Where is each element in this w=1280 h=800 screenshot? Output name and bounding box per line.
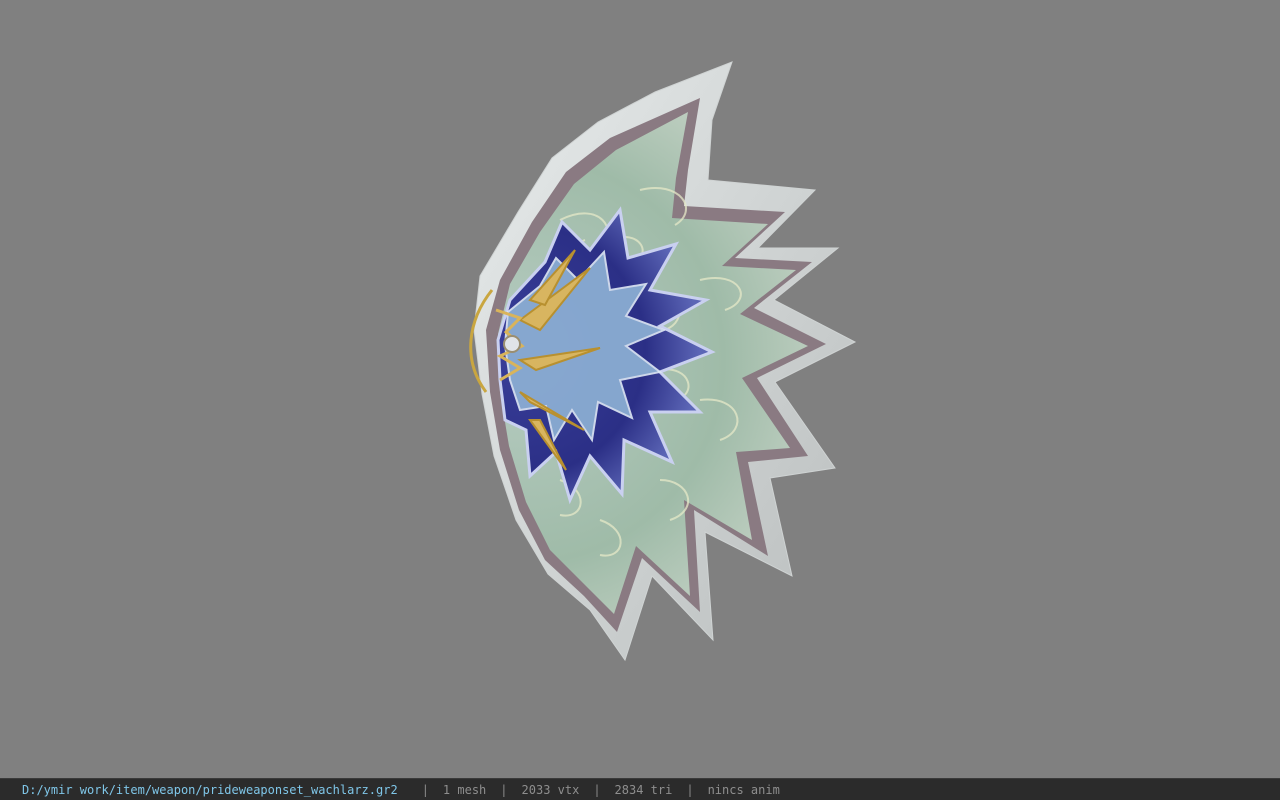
status-separator: | (686, 782, 694, 797)
model-viewport[interactable] (0, 0, 1280, 778)
fan-weapon-model[interactable] (0, 0, 1280, 778)
status-separator: | (500, 782, 508, 797)
triangle-count-label: 2834 tri (614, 782, 673, 797)
status-bar: D:/ymir work/item/weapon/prideweaponset_… (0, 778, 1280, 800)
mesh-count-label: 1 mesh (442, 782, 487, 797)
file-path-label: D:/ymir work/item/weapon/prideweaponset_… (22, 782, 398, 797)
status-separator: | (421, 782, 429, 797)
animation-label: nincs anim (707, 782, 780, 797)
status-separator: | (593, 782, 601, 797)
vertex-count-label: 2033 vtx (521, 782, 580, 797)
